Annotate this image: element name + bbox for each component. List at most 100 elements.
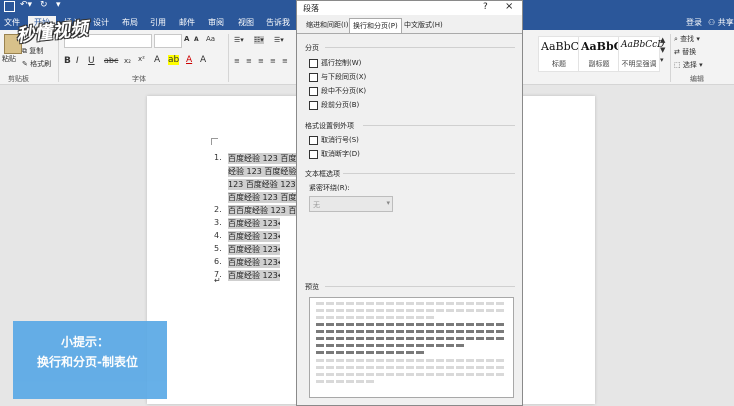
checkbox[interactable] [309, 150, 318, 159]
select-button[interactable]: ⬚ 选择 ▾ [674, 60, 703, 70]
document-line[interactable]: 百百度经验 123 百度经 [228, 205, 298, 216]
change-case-icon[interactable]: Aa [206, 35, 215, 43]
document-line[interactable]: 百度经验 123 百度经 [228, 192, 298, 203]
checkbox[interactable] [309, 73, 318, 82]
replace-button[interactable]: ⇄ 替换 [674, 47, 696, 57]
document-line[interactable]: 百度经验 123↵ [228, 244, 280, 255]
style-subtle-emphasis[interactable]: AaBbCcD 不明显强调 [618, 36, 664, 72]
style-title[interactable]: AaBbC 标题 [538, 36, 580, 72]
preview-text-line [316, 323, 504, 326]
document-line[interactable]: 123 百度经验 123 百 [228, 179, 298, 190]
distribute-icon[interactable]: ≡ [282, 57, 288, 65]
list-number: 5. [214, 244, 222, 253]
close-icon[interactable]: × [505, 1, 513, 12]
tab-view[interactable]: 视图 [238, 16, 254, 30]
superscript-icon[interactable]: x² [138, 55, 145, 63]
tab-design[interactable]: 设计 [93, 16, 109, 30]
tab-mailings[interactable]: 邮件 [179, 16, 195, 30]
document-line[interactable]: 百度经验 123↵ [228, 218, 280, 229]
bullets-icon[interactable]: ☰▾ [234, 36, 244, 44]
tight-wrap-select[interactable]: 无 ▾ [309, 196, 393, 212]
tab-indents-spacing[interactable]: 缩进和间距(I) [303, 18, 352, 33]
tab-references[interactable]: 引用 [150, 16, 166, 30]
preview-text-line [316, 309, 504, 312]
font-color-icon[interactable]: A [186, 55, 192, 65]
style-name: 副标题 [588, 60, 610, 68]
checkbox[interactable] [309, 87, 318, 96]
help-icon[interactable]: ? [483, 2, 488, 12]
pagination-label: 分页 [305, 44, 319, 52]
styles-scroll-down-icon[interactable]: ▼ [660, 46, 665, 54]
format-painter-label: 格式刷 [30, 60, 52, 68]
preview-text-line [316, 344, 466, 347]
checkbox[interactable] [309, 59, 318, 68]
tab-line-page-breaks[interactable]: 换行和分页(P) [349, 18, 402, 34]
align-left-icon[interactable]: ≡ [234, 57, 240, 65]
chevron-down-icon: ▾ [386, 199, 390, 207]
list-number: 3. [214, 218, 222, 227]
share-button[interactable]: ⚇ 共享 [708, 16, 734, 30]
find-button[interactable]: ⌕ 查找 ▾ [674, 34, 700, 44]
tab-asian-typography[interactable]: 中文版式(H) [401, 18, 446, 33]
char-shading-icon[interactable]: A [200, 55, 206, 65]
list-number: 1. [214, 153, 222, 162]
multilevel-list-icon[interactable]: ☰▾ [274, 36, 284, 44]
divider [343, 173, 515, 174]
preview-text-line [316, 351, 426, 354]
divider [325, 286, 515, 287]
align-right-icon[interactable]: ≡ [258, 57, 264, 65]
style-preview: AaBbCcD [621, 40, 665, 50]
styles-scroll-up-icon[interactable]: ▲ [660, 36, 665, 44]
preview-text-line [316, 380, 376, 383]
format-painter-button[interactable]: ✎ 格式刷 [22, 59, 51, 69]
tell-me-search[interactable]: 告诉我 [266, 16, 290, 30]
document-line[interactable]: 百度经验 123↵ [228, 270, 280, 281]
paste-button[interactable]: 粘贴 [2, 54, 16, 64]
editing-group-label: 编辑 [690, 75, 704, 83]
strikethrough-icon[interactable]: abc [104, 56, 118, 65]
text-effects-icon[interactable]: A [154, 55, 160, 65]
document-line[interactable]: 百度经验 123 百度经 [228, 153, 298, 164]
checkbox-label: 与下段同页(X) [321, 73, 367, 81]
italic-icon[interactable]: I [76, 56, 79, 66]
underline-icon[interactable]: U [88, 56, 95, 66]
list-number: 6. [214, 257, 222, 266]
checkbox[interactable] [309, 136, 318, 145]
style-name: 标题 [552, 60, 566, 68]
copy-button[interactable]: ⧉ 复制 [22, 46, 43, 56]
replace-label: 替换 [682, 48, 697, 56]
preview-label: 预览 [305, 283, 319, 291]
tab-layout[interactable]: 布局 [122, 16, 138, 30]
login-link[interactable]: 登录 [686, 16, 702, 30]
justify-icon[interactable]: ≡ [270, 57, 276, 65]
undo-icon[interactable]: ↶▾ [20, 0, 32, 10]
clipboard-group-label: 剪贴板 [8, 75, 29, 83]
shrink-font-icon[interactable]: A [194, 36, 199, 43]
document-line[interactable]: 百度经验 123↵ [228, 231, 280, 242]
divider [670, 34, 671, 82]
grow-font-icon[interactable]: A [184, 35, 189, 43]
margin-mark [211, 138, 218, 145]
align-center-icon[interactable]: ≡ [246, 57, 252, 65]
share-label: 共享 [717, 18, 734, 27]
copy-label: 复制 [29, 47, 44, 55]
font-size-select[interactable] [154, 34, 182, 48]
save-icon[interactable] [4, 1, 15, 12]
bold-icon[interactable]: B [64, 56, 71, 66]
tab-review[interactable]: 审阅 [208, 16, 224, 30]
document-line[interactable]: 经验 123 百度经验 1 [228, 166, 298, 177]
styles-more-icon[interactable]: ▾ [660, 56, 664, 64]
checkbox[interactable] [309, 101, 318, 110]
preview-text-line [316, 359, 504, 362]
customize-icon[interactable]: ▾ [56, 0, 61, 10]
list-number: 2. [214, 205, 222, 214]
style-subtitle[interactable]: AaBbC 副标题 [578, 36, 622, 72]
divider [363, 125, 515, 126]
document-line[interactable]: 百度经验 123↵ [228, 257, 280, 268]
redo-icon[interactable]: ↻ [40, 0, 48, 10]
preview-text-line [316, 337, 504, 340]
highlight-icon[interactable]: ab [168, 55, 180, 65]
subscript-icon[interactable]: x₂ [124, 57, 131, 65]
select-label: 选择 [682, 61, 697, 69]
numbering-icon[interactable]: ☷▾ [254, 36, 264, 44]
